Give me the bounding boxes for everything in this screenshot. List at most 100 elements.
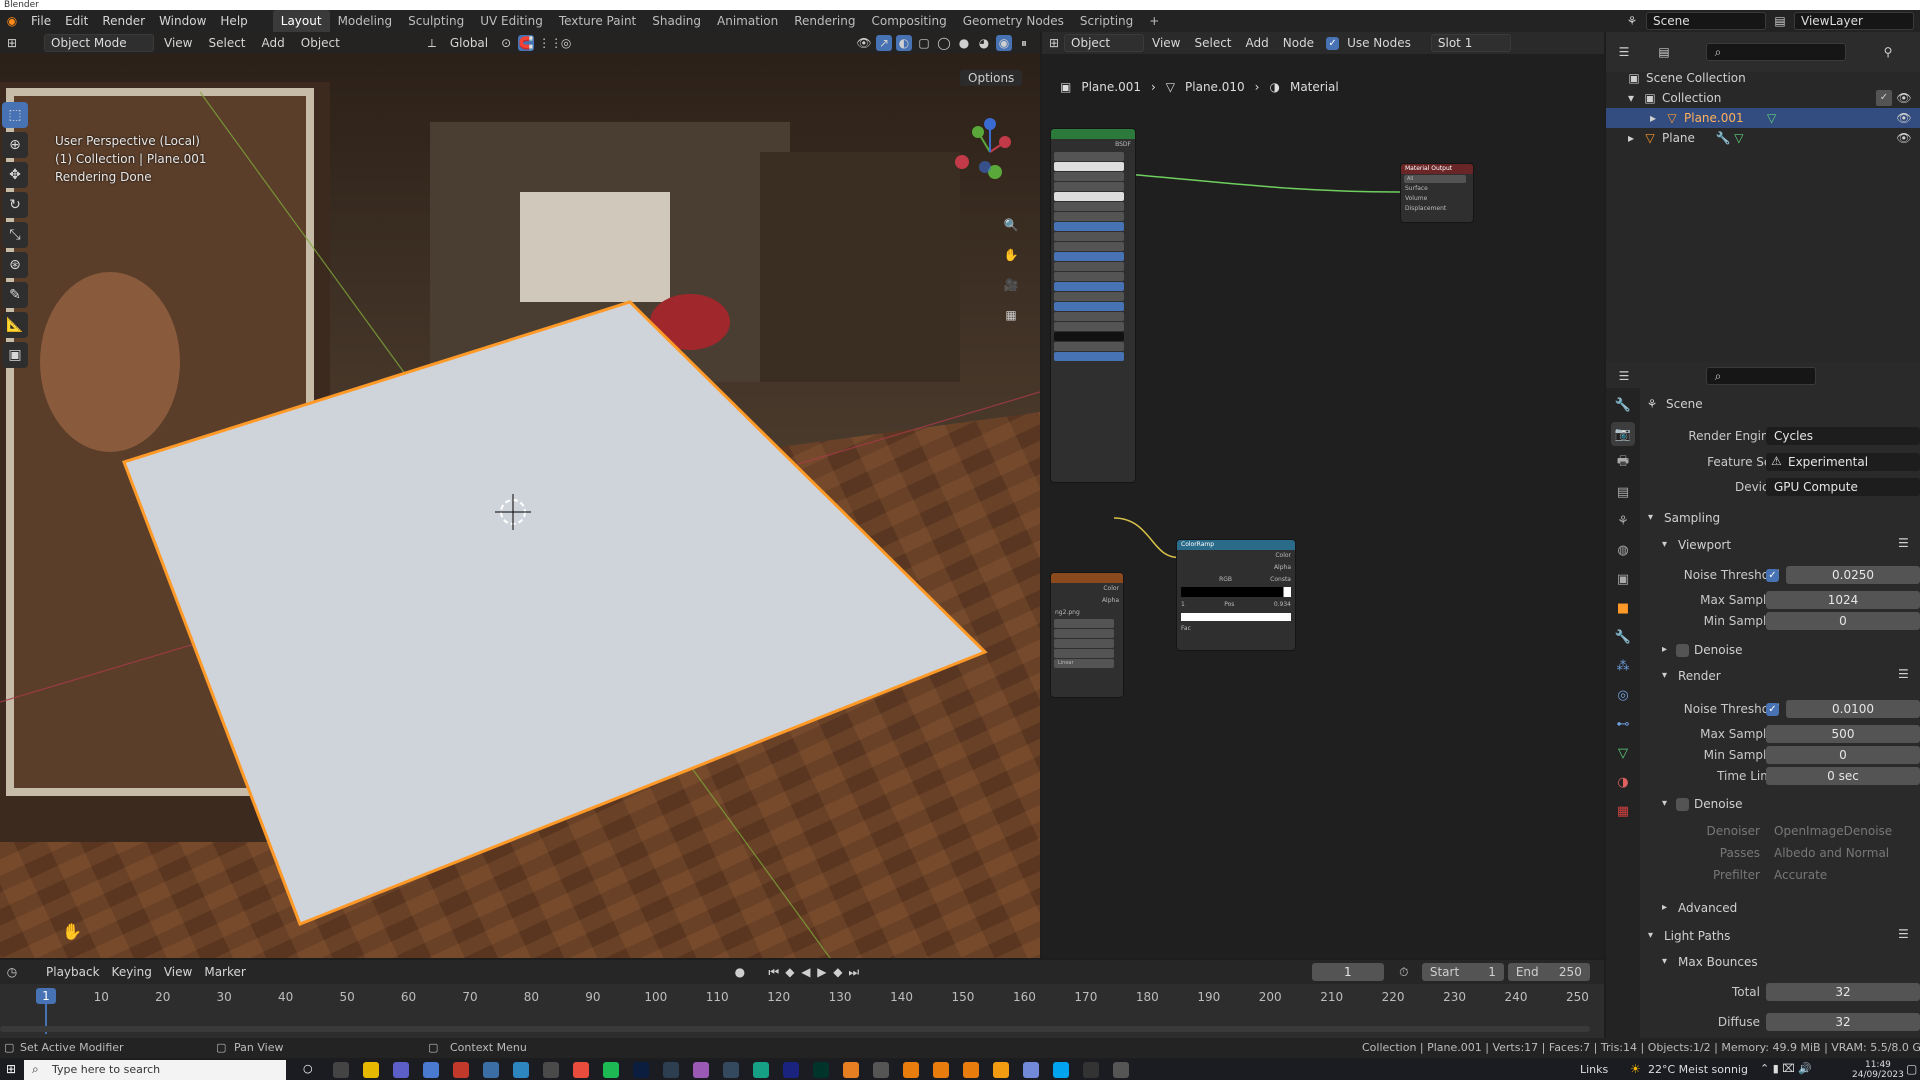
list-menu-icon[interactable]: ☰: [1898, 667, 1909, 681]
node-field[interactable]: [1054, 271, 1124, 281]
expand-arrow-icon[interactable]: ▾: [1628, 88, 1642, 108]
axis-gizmo-icon[interactable]: [950, 112, 1030, 212]
timeline-type-icon[interactable]: ◷: [4, 964, 20, 980]
node-field[interactable]: [1054, 231, 1124, 241]
node-field[interactable]: [1054, 201, 1124, 211]
blender-icon[interactable]: [963, 1062, 979, 1078]
modifier-wrench-icon[interactable]: 🔧: [1715, 130, 1731, 146]
app-icon[interactable]: [543, 1062, 559, 1078]
designer-icon[interactable]: [783, 1062, 799, 1078]
colorramp-pos-value[interactable]: 0.934: [1274, 599, 1291, 611]
socket-volume[interactable]: Volume: [1401, 194, 1473, 204]
jump-start-icon[interactable]: ⏮: [766, 964, 782, 980]
menu-edit[interactable]: Edit: [58, 10, 95, 32]
scene-tab-icon[interactable]: ⚘: [1611, 509, 1635, 533]
colorramp-index[interactable]: 1: [1181, 599, 1185, 611]
gizmo-toggle-icon[interactable]: ↗: [876, 35, 892, 51]
breadcrumb-mesh[interactable]: Plane.010: [1185, 80, 1245, 94]
render-tab-icon[interactable]: 📷: [1611, 422, 1635, 446]
breadcrumb-object[interactable]: Plane.001: [1081, 80, 1141, 94]
cortana-icon[interactable]: ○: [303, 1062, 319, 1078]
painter-icon[interactable]: [813, 1062, 829, 1078]
record-icon[interactable]: ●: [732, 964, 748, 980]
timeline-menu-keying[interactable]: Keying: [106, 961, 158, 983]
blender-icon[interactable]: [903, 1062, 919, 1078]
menu-file[interactable]: File: [24, 10, 58, 32]
collapse-arrow-icon[interactable]: ▾: [1648, 930, 1653, 941]
measure-tool[interactable]: 📐: [2, 312, 28, 338]
material-output-target[interactable]: All: [1404, 175, 1466, 183]
tab-scripting[interactable]: Scripting: [1072, 10, 1141, 32]
app-icon[interactable]: [723, 1062, 739, 1078]
modifier-tab-icon[interactable]: 🔧: [1611, 625, 1635, 649]
advanced-subpanel-header[interactable]: Advanced: [1678, 898, 1737, 918]
menu-help[interactable]: Help: [213, 10, 254, 32]
discord-icon[interactable]: [1023, 1062, 1039, 1078]
system-tray-icons[interactable]: ⌃ ▮ ⌧ 🔊: [1760, 1062, 1812, 1075]
calculator-icon[interactable]: [423, 1062, 439, 1078]
constraints-tab-icon[interactable]: ⊷: [1611, 712, 1635, 736]
collection-tab-icon[interactable]: ▣: [1611, 567, 1635, 591]
device-select[interactable]: GPU Compute: [1766, 478, 1920, 496]
tab-sculpting[interactable]: Sculpting: [400, 10, 472, 32]
overlay-toggle-icon[interactable]: ◐: [896, 35, 912, 51]
spotify-icon[interactable]: [603, 1062, 619, 1078]
solid-shading-icon[interactable]: ●: [956, 35, 972, 51]
menu-render[interactable]: Render: [95, 10, 152, 32]
node-field[interactable]: [1054, 649, 1114, 659]
node-field[interactable]: [1054, 171, 1124, 181]
expand-arrow-icon[interactable]: ▸: [1650, 108, 1664, 128]
socket-surface[interactable]: Surface: [1401, 184, 1473, 194]
node-field[interactable]: [1054, 639, 1114, 649]
app-icon[interactable]: [873, 1062, 889, 1078]
notifications-icon[interactable]: ▢: [1906, 1062, 1917, 1076]
timeline-menu-playback[interactable]: Playback: [40, 961, 106, 983]
node-menu-select[interactable]: Select: [1188, 32, 1237, 54]
node-field[interactable]: [1054, 301, 1124, 311]
eye-icon[interactable]: 👁: [1896, 130, 1912, 146]
node-field[interactable]: [1054, 251, 1124, 261]
node-field[interactable]: [1054, 281, 1124, 291]
rendered-shading-icon[interactable]: ◉: [996, 35, 1012, 51]
socket-displacement[interactable]: Displacement: [1401, 204, 1473, 214]
app-icon[interactable]: [1113, 1062, 1129, 1078]
playhead[interactable]: 1: [36, 988, 56, 1004]
grid-toggle-icon[interactable]: ▦: [1003, 307, 1019, 323]
scene-icon[interactable]: ⚘: [1624, 13, 1640, 29]
vp-denoise-checkbox[interactable]: [1676, 644, 1689, 657]
node-field[interactable]: [1054, 351, 1124, 361]
light-paths-panel-header[interactable]: Light Paths: [1664, 926, 1730, 946]
node-menu-add[interactable]: Add: [1240, 32, 1275, 54]
node-field[interactable]: [1054, 241, 1124, 251]
viewport-menu-add[interactable]: Add: [256, 32, 291, 54]
node-field[interactable]: [1054, 211, 1124, 221]
navigation-gizmo[interactable]: [950, 112, 1030, 212]
display-mode-icon[interactable]: ▤: [1656, 44, 1672, 60]
total-bounces-field[interactable]: 32: [1766, 983, 1920, 1001]
colorramp-interp[interactable]: Consta: [1270, 574, 1291, 586]
node-menu-view[interactable]: View: [1146, 32, 1186, 54]
play-icon[interactable]: ▶: [814, 964, 830, 980]
image-file-field[interactable]: ng2.png: [1051, 607, 1123, 619]
app-icon[interactable]: [663, 1062, 679, 1078]
texture-tab-icon[interactable]: ▦: [1611, 799, 1635, 823]
vp-max-samples-field[interactable]: 1024: [1766, 591, 1920, 609]
tab-geometry-nodes[interactable]: Geometry Nodes: [955, 10, 1072, 32]
current-frame-field[interactable]: 1: [1311, 963, 1384, 981]
app-icon[interactable]: [483, 1062, 499, 1078]
viewport-menu-view[interactable]: View: [158, 32, 198, 54]
menu-window[interactable]: Window: [152, 10, 213, 32]
node-menu-node[interactable]: Node: [1277, 32, 1320, 54]
interpolation-field[interactable]: Linear: [1054, 659, 1114, 669]
r-max-samples-field[interactable]: 500: [1766, 725, 1920, 743]
eye-icon[interactable]: 👁: [1896, 110, 1912, 126]
pan-hand-icon[interactable]: ✋: [1003, 247, 1019, 263]
sampling-panel-header[interactable]: Sampling: [1664, 508, 1720, 528]
colorramp-mode[interactable]: RGB: [1219, 574, 1232, 586]
node-editor-type-icon[interactable]: ⊞: [1046, 35, 1062, 51]
snap-icon[interactable]: 🧲: [518, 35, 535, 51]
r-noise-threshold-checkbox[interactable]: ✓: [1766, 703, 1779, 716]
end-frame-field[interactable]: End 250: [1507, 963, 1590, 981]
prev-keyframe-icon[interactable]: ◆: [782, 964, 798, 980]
tool-tab-icon[interactable]: 🔧: [1611, 393, 1635, 417]
